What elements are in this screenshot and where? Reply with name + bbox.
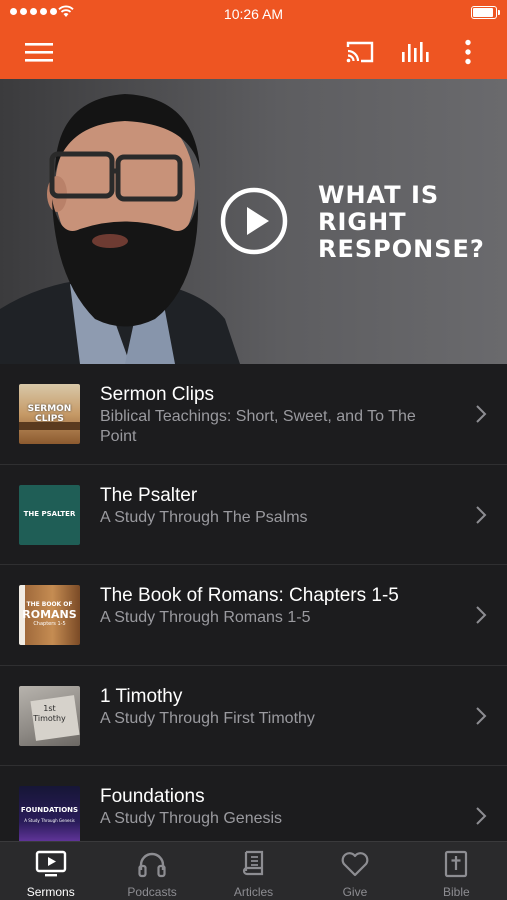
tab-label: Bible (442, 885, 470, 899)
headline-line: WHAT IS (318, 181, 440, 209)
bible-cross-icon (445, 850, 468, 878)
status-bar: 10:26 AM (0, 0, 507, 26)
series-subtitle: A Study Through Genesis (100, 810, 283, 827)
thumb-text: THE PSALTER (23, 509, 76, 518)
series-subtitle: Biblical Teachings: Short, Sweet, and To… (100, 408, 416, 445)
featured-video[interactable]: WHAT IS RIGHT RESPONSE? (0, 79, 507, 364)
series-title: The Psalter (100, 484, 198, 506)
thumb-text: SERMON CLIPS (27, 404, 72, 424)
thumb-text: Chapters 1-5 (33, 621, 66, 627)
thumb-text: Timothy (33, 713, 66, 723)
series-thumbnail: FOUNDATIONS A Study Through Genesis (19, 786, 80, 841)
cast-icon[interactable] (344, 36, 376, 68)
list-item[interactable]: SERMON CLIPS Sermon Clips Biblical Teach… (0, 364, 507, 465)
series-thumbnail: THE BOOK OF ROMANS Chapters 1-5 (19, 585, 80, 645)
status-time: 10:26 AM (223, 6, 284, 22)
list-item[interactable]: THE PSALTER The Psalter A Study Through … (0, 465, 507, 565)
tab-label: Podcasts (127, 885, 177, 899)
list-item[interactable]: FOUNDATIONS A Study Through Genesis Foun… (0, 766, 507, 841)
tab-label: Give (342, 885, 368, 899)
headline-line: RESPONSE? (318, 235, 485, 263)
bottom-tab-bar: Sermons Podcasts Articles Give Bible (0, 841, 507, 900)
series-thumbnail: THE PSALTER (19, 484, 80, 545)
series-title: Sermon Clips (100, 384, 215, 405)
headphones-icon (138, 852, 166, 878)
headline-line: RIGHT (318, 208, 407, 236)
tab-label: Sermons (26, 885, 75, 899)
video-headline: WHAT IS RIGHT RESPONSE? (318, 182, 485, 263)
battery-icon (471, 6, 500, 19)
chevron-right-icon (476, 606, 487, 624)
tab-articles[interactable]: Articles (203, 842, 304, 900)
series-title: Foundations (100, 786, 205, 807)
play-icon[interactable] (220, 187, 288, 255)
chevron-right-icon (476, 505, 487, 524)
more-vertical-icon[interactable] (452, 36, 484, 68)
tab-bible[interactable]: Bible (406, 842, 507, 900)
series-title: 1 Timothy (100, 685, 183, 707)
equalizer-icon[interactable] (399, 36, 431, 68)
chevron-right-icon (476, 405, 487, 423)
series-list: SERMON CLIPS Sermon Clips Biblical Teach… (0, 364, 507, 841)
series-title: The Book of Romans: Chapters 1-5 (100, 585, 399, 606)
tab-podcasts[interactable]: Podcasts (101, 842, 202, 900)
menu-icon[interactable] (23, 36, 55, 68)
list-item[interactable]: THE BOOK OF ROMANS Chapters 1-5 The Book… (0, 565, 507, 666)
thumb-text: A Study Through Genesis (24, 818, 75, 823)
series-thumbnail: 1st Timothy (19, 685, 80, 746)
series-subtitle: A Study Through The Psalms (100, 508, 308, 526)
series-subtitle: A Study Through Romans 1-5 (100, 609, 311, 626)
tab-sermons[interactable]: Sermons (0, 842, 101, 900)
heart-icon (341, 852, 369, 877)
chevron-right-icon (476, 706, 487, 725)
series-thumbnail: SERMON CLIPS (19, 384, 80, 444)
thumb-text: THE BOOK OF (26, 601, 73, 608)
top-app-bar (0, 26, 507, 79)
tab-give[interactable]: Give (304, 842, 405, 900)
tab-label: Articles (233, 885, 274, 899)
series-subtitle: A Study Through First Timothy (100, 709, 315, 727)
book-icon (242, 850, 263, 876)
thumb-text: 1st (43, 703, 56, 713)
thumb-text: FOUNDATIONS (20, 806, 79, 814)
thumb-text: ROMANS (22, 608, 77, 621)
tv-play-icon (35, 850, 66, 877)
chevron-right-icon (476, 807, 487, 825)
list-item[interactable]: 1st Timothy 1 Timothy A Study Through Fi… (0, 666, 507, 766)
